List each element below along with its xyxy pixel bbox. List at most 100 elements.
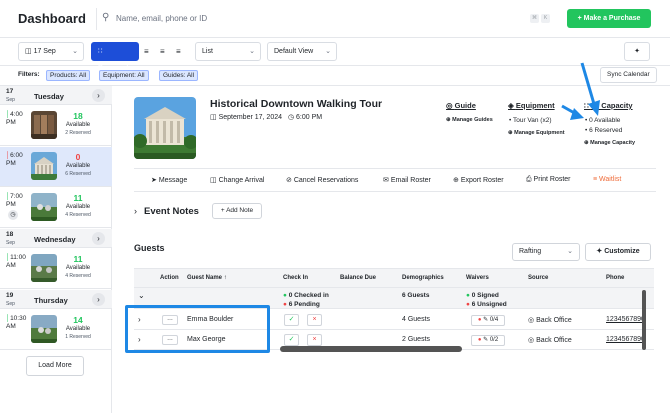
search-placeholder: Name, email, phone or ID [116,14,208,23]
sidebar: 17 Sep Tuesday › │4:00 PM 18 Available 2 … [0,86,112,413]
slot-time: │7:00 PM [6,193,23,208]
col-phone: Phone [606,275,625,281]
calendar-icon: ◫ [210,177,219,184]
col-waivers: Waivers [466,275,489,281]
grid-icon: ∷ [98,48,103,55]
col-check-in: Check In [283,275,309,281]
no-show-icon[interactable]: × [307,314,322,326]
guide-header[interactable]: ◎ Guide [446,101,476,110]
rafting-select[interactable]: Rafting ⌄ [512,243,580,261]
slot-time: │11:00 AM [6,254,26,269]
chevron-down-icon[interactable]: ⌄ [138,291,145,300]
slot-thumbnail [31,152,57,180]
tour-time: 6:00 PM [296,114,323,121]
slot-available-count: 0 [75,152,81,162]
guest-phone[interactable]: 1234567890 [606,336,644,343]
view-compact-icon[interactable]: ≡ [144,47,149,56]
export-icon: ⊕ [453,177,461,184]
slot-thumbnail [31,111,57,139]
tour-title: Historical Downtown Walking Tour [210,98,383,110]
cancel-reservations-button[interactable]: ⊘ Cancel Reservations [286,176,358,184]
manage-guides-link[interactable]: ⊕ Manage Guides [446,117,493,123]
message-button[interactable]: ➤ Message [151,176,187,184]
equipment-header[interactable]: ◈ Equipment [508,101,555,110]
slot-time: │4:00 PM [6,111,23,126]
slot-available-label: Available [65,204,91,210]
slot-available-count: 11 [73,254,83,264]
guest-phone[interactable]: 1234567890 [606,316,644,323]
load-more-button[interactable]: Load More [26,356,84,376]
send-icon: ➤ [151,177,159,184]
view-reserved-button[interactable]: ∷ Reserved [91,42,139,72]
pen-icon: ✎ [483,317,489,323]
slot-item[interactable]: │7:00 PM ◷ 11 Available 4 Reserved [0,188,112,228]
day-month: Sep [6,301,15,307]
waitlist-button[interactable]: ≡ Waitlist [593,176,621,183]
view-detail-icon[interactable]: ≡ [176,47,181,56]
export-roster-button[interactable]: ⊕ Export Roster [453,176,504,184]
filter-chip-guides[interactable]: Guides: All [159,70,199,81]
chevron-right-icon[interactable]: › [92,293,105,306]
day-header-tuesday: 17 Sep Tuesday › [0,86,112,105]
manage-capacity-link[interactable]: ⊕ Manage Capacity [584,140,635,146]
actions-bar: ➤ Message ◫ Change Arrival ⊘ Cancel Rese… [134,168,656,192]
clock-icon: ◷ [8,210,18,220]
waiver-status[interactable]: ● ✎ 0/2 [471,335,505,346]
slot-available-label: Available [65,265,91,271]
checked-in-summary: ● 0 Checked in [283,292,329,299]
check-in-icon[interactable]: ✓ [284,334,299,346]
view-select[interactable]: Default View ⌄ [267,42,337,61]
email-roster-button[interactable]: ✉ Email Roster [383,176,431,184]
slot-thumbnail [31,254,57,282]
slot-thumbnail [31,315,57,343]
chevron-right-icon[interactable]: › [134,206,137,216]
mail-icon: ✉ [383,177,391,184]
event-notes-title: Event Notes [144,206,199,217]
chevron-down-icon: ⌄ [72,48,78,55]
sort-arrow-icon: ↑ [223,275,227,281]
horizontal-scrollbar[interactable] [280,346,462,352]
tour-image [134,97,196,159]
settings-button[interactable]: ✦ [624,42,650,61]
check-in-icon[interactable]: ✓ [284,314,299,326]
slot-time: │10:30 AM [6,315,27,330]
customize-button[interactable]: ✦ Customize [585,243,651,261]
col-source: Source [528,275,549,281]
waiver-status[interactable]: ● ✎ 0/4 [471,315,505,326]
rafting-label: Rafting [519,248,542,255]
chevron-right-icon[interactable]: › [92,232,105,245]
filter-chip-products[interactable]: Products: All [46,70,91,81]
guests-table-header: Action Guest Name ↑ Check In Balance Due… [134,268,654,288]
tag-icon: ◈ [508,101,516,110]
no-show-icon[interactable]: × [307,334,322,346]
filter-chip-equipment[interactable]: Equipment: All [99,70,149,81]
day-number: 19 [6,292,14,299]
slot-available-count: 14 [73,315,83,325]
add-note-button[interactable]: + Add Note [212,203,262,219]
change-arrival-button[interactable]: ◫ Change Arrival [210,176,264,184]
slot-reserved-label: 2 Reserved [65,130,91,136]
guest-demographics: 2 Guests [402,336,431,343]
vertical-scrollbar[interactable] [642,290,646,350]
manage-equipment-link[interactable]: ⊕ Manage Equipment [508,130,565,136]
day-header-wednesday: 18 Sep Wednesday › [0,229,112,248]
slot-item[interactable]: │4:00 PM 18 Available 2 Reserved [0,106,112,146]
date-picker[interactable]: ◫ 17 Sep ⌄ [18,42,84,61]
day-header-thursday: 19 Sep Thursday › [0,290,112,309]
view-list-icon[interactable]: ≡ [160,47,165,56]
tour-datetime: ◫ September 17, 2024 ◷ 6:00 PM [210,113,322,121]
slot-item-selected[interactable]: │6:00 PM 0 Available 6 Reserved [0,147,112,187]
slot-item[interactable]: │10:30 AM 14 Available 1 Reserved [0,310,112,350]
annotation-arrow [561,62,600,120]
slot-item[interactable]: │11:00 AM 11 Available 4 Reserved [0,249,112,289]
day-number: 18 [6,231,14,238]
col-guest-name[interactable]: Guest Name ↑ [187,275,227,281]
list-select[interactable]: List ⌄ [195,42,261,61]
make-purchase-button[interactable]: + Make a Purchase [567,9,651,28]
slot-thumbnail [31,193,57,221]
print-roster-button[interactable]: ⎙ Print Roster [526,176,571,184]
chevron-right-icon[interactable]: › [92,89,105,102]
slot-reserved-label: 1 Reserved [65,334,91,340]
clock-icon: ◷ [287,114,297,121]
slot-reserved-label: 6 Reserved [65,171,91,177]
